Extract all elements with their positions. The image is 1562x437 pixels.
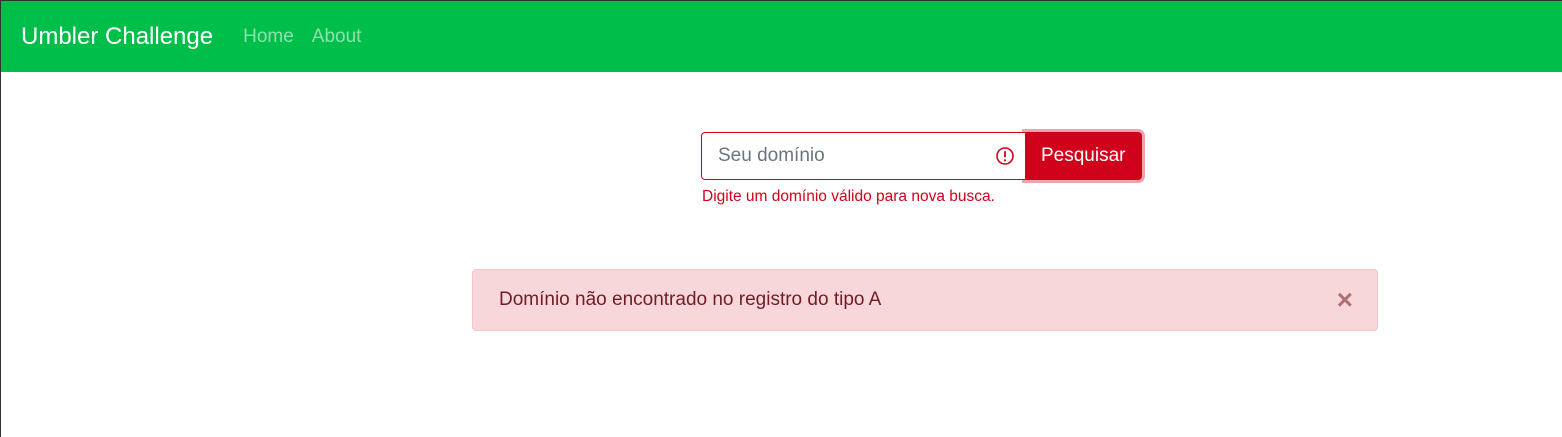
domain-search-input[interactable] xyxy=(701,132,1025,180)
exclamation-circle-icon xyxy=(996,147,1014,165)
alert-message: Domínio não encontrado no registro do ti… xyxy=(499,289,882,310)
search-form: Pesquisar xyxy=(701,132,1142,180)
navbar: Umbler Challenge Home About xyxy=(1,1,1562,72)
error-alert: Domínio não encontrado no registro do ti… xyxy=(472,269,1378,331)
nav-links: Home About xyxy=(243,26,379,48)
search-button[interactable]: Pesquisar xyxy=(1025,132,1142,180)
nav-link-home[interactable]: Home xyxy=(243,26,294,48)
nav-link-about[interactable]: About xyxy=(312,26,362,48)
validation-message: Digite um domínio válido para nova busca… xyxy=(702,188,995,205)
close-icon[interactable]: × xyxy=(1337,286,1353,314)
search-input-wrapper xyxy=(701,132,1025,180)
brand-link[interactable]: Umbler Challenge xyxy=(21,23,213,51)
